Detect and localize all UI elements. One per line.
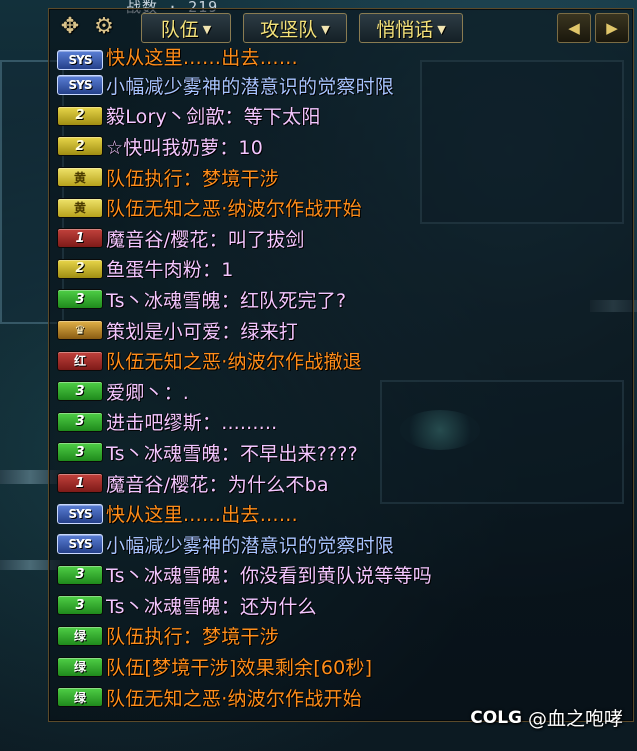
chat-message-text: 队伍无知之恶·纳波尔作战开始 (106, 687, 362, 710)
channel-badge: 3 (57, 289, 103, 310)
chat-message: 2 ☆快叫我奶萝：10 (57, 131, 623, 162)
chat-message-text: 爱卿丶：. (106, 381, 190, 404)
chat-message: 3 Ts丶冰魂雪魄：不早出来???? (57, 437, 623, 468)
channel-badge: 3 (57, 381, 103, 402)
chat-window: ✥ ⚙ 队伍 ▼ 攻坚队 ▼ 悄悄话 ▼ ◀ ▶ SYS 快从这里……出去…… SY… (48, 8, 634, 722)
chat-message: 3 Ts丶冰魂雪魄：红队死完了? (57, 284, 623, 315)
tab-attack-team-label: 攻坚队 (260, 18, 318, 41)
chat-message-text: 队伍无知之恶·纳波尔作战撤退 (106, 351, 362, 374)
chat-message: SYS 快从这里……出去…… (57, 498, 623, 529)
channel-badge: 3 (57, 564, 103, 585)
watermark-handle: @血之咆哮 (527, 708, 623, 730)
chat-message: 绿队伍执行：梦境干涉 (57, 621, 623, 652)
chat-message-text: 小幅减少雾神的潜意识的觉察时限 (106, 75, 395, 98)
chat-message-text: 队伍执行：梦境干涉 (106, 167, 279, 190)
chat-message-text: Ts丶冰魂雪魄：不早出来???? (106, 442, 358, 465)
system-channel-badge: SYS (57, 50, 103, 70)
chat-message: 3 Ts丶冰魂雪魄：还为什么 (57, 590, 623, 621)
chat-message-text: 队伍无知之恶·纳波尔作战开始 (106, 198, 362, 221)
chat-message-text: 快从这里……出去…… (106, 47, 299, 69)
tab-attack-team[interactable]: 攻坚队 ▼ (243, 13, 347, 43)
chat-message-text: 策划是小可爱：绿来打 (106, 320, 299, 343)
chat-message: 绿队伍[梦境干涉]效果剩余[60秒] (57, 651, 623, 682)
chat-message: 黄队伍执行：梦境干涉 (57, 162, 623, 193)
chevron-down-icon: ▼ (321, 22, 330, 36)
channel-badge: 绿 (57, 687, 103, 708)
channel-badge: 3 (57, 411, 103, 432)
chat-message: 红队伍无知之恶·纳波尔作战撤退 (57, 345, 623, 376)
chat-message-text: 魔音谷/樱花：为什么不ba (106, 473, 329, 496)
tab-whisper-label: 悄悄话 (376, 18, 434, 41)
chevron-down-icon: ▼ (202, 22, 212, 36)
watermark-logo: COLG (470, 707, 522, 728)
channel-badge: 2 (57, 258, 103, 279)
chat-message-text: 小幅减少雾神的潜意识的觉察时限 (106, 534, 395, 557)
channel-badge: 绿 (57, 656, 103, 677)
arrow-left-icon: ◀ (568, 19, 580, 37)
channel-badge: 1 (57, 228, 103, 249)
channel-badge: 3 (57, 595, 103, 616)
chat-message-list: SYS 快从这里……出去…… SYS 小幅减少雾神的潜意识的觉察时限 2 毅Lory丶剑歆… (57, 45, 623, 712)
chat-toolbar: ✥ ⚙ 队伍 ▼ 攻坚队 ▼ 悄悄话 ▼ ◀ ▶ (49, 9, 633, 45)
chevron-down-icon: ▼ (437, 22, 446, 36)
arrow-right-icon: ▶ (606, 19, 618, 37)
chat-message: SYS 小幅减少雾神的潜意识的觉察时限 (57, 70, 623, 101)
chat-message-text: 鱼蛋牛肉粉：1 (106, 259, 234, 282)
chat-message: 2 毅Lory丶剑歆：等下太阳 (57, 101, 623, 132)
system-channel-badge: SYS (57, 75, 103, 96)
tab-team-label: 队伍 (160, 18, 199, 41)
move-icon[interactable]: ✥ (55, 12, 85, 40)
chat-message: 1 魔音谷/樱花：叫了拔剑 (57, 223, 623, 254)
chat-message-text: 魔音谷/樱花：叫了拔剑 (106, 228, 305, 251)
channel-badge: 黄 (57, 197, 103, 218)
chat-message: 3 Ts丶冰魂雪魄：你没看到黄队说等等吗 (57, 560, 623, 591)
chat-message-text: 进击吧缪斯：......... (106, 412, 278, 435)
tab-whisper[interactable]: 悄悄话 ▼ (359, 13, 463, 43)
channel-badge: 2 (57, 136, 103, 157)
chat-message: ♛ 策划是小可爱：绿来打 (57, 315, 623, 346)
system-channel-badge: SYS (57, 503, 103, 524)
chat-message-text: Ts丶冰魂雪魄：你没看到黄队说等等吗 (106, 565, 432, 588)
chat-message: 黄队伍无知之恶·纳波尔作战开始 (57, 192, 623, 223)
chat-message-text: 队伍执行：梦境干涉 (106, 626, 279, 649)
chat-message: SYS 小幅减少雾神的潜意识的觉察时限 (57, 529, 623, 560)
previous-page-button[interactable]: ◀ (557, 13, 591, 43)
channel-badge: ♛ (57, 320, 103, 341)
system-channel-badge: SYS (57, 534, 103, 555)
channel-badge: 2 (57, 105, 103, 126)
chat-message: 1 魔音谷/樱花：为什么不ba (57, 468, 623, 499)
channel-badge: 红 (57, 350, 103, 371)
chat-message: 3 爱卿丶：. (57, 376, 623, 407)
channel-badge: 3 (57, 442, 103, 463)
channel-badge: 1 (57, 473, 103, 494)
chat-message-text: 队伍[梦境干涉]效果剩余[60秒] (106, 657, 373, 680)
chat-tool-icons: ✥ ⚙ (55, 11, 127, 41)
chat-message-text: ☆快叫我奶萝：10 (106, 136, 264, 159)
chat-message: 3 进击吧缪斯：......... (57, 407, 623, 438)
channel-badge: 绿 (57, 625, 103, 646)
gear-icon[interactable]: ⚙ (89, 12, 119, 40)
chat-message: SYS 快从这里……出去…… (57, 45, 623, 70)
chat-message: 2 鱼蛋牛肉粉：1 (57, 254, 623, 285)
watermark: COLG @血之咆哮 (470, 704, 623, 731)
chat-message-text: Ts丶冰魂雪魄：还为什么 (106, 595, 317, 618)
next-page-button[interactable]: ▶ (595, 13, 629, 43)
tab-team[interactable]: 队伍 ▼ (141, 13, 231, 43)
channel-badge: 黄 (57, 167, 103, 188)
chat-message-text: 快从这里……出去…… (106, 504, 299, 527)
chat-message-text: Ts丶冰魂雪魄：红队死完了? (106, 289, 347, 312)
chat-message-text: 毅Lory丶剑歆：等下太阳 (106, 106, 321, 129)
